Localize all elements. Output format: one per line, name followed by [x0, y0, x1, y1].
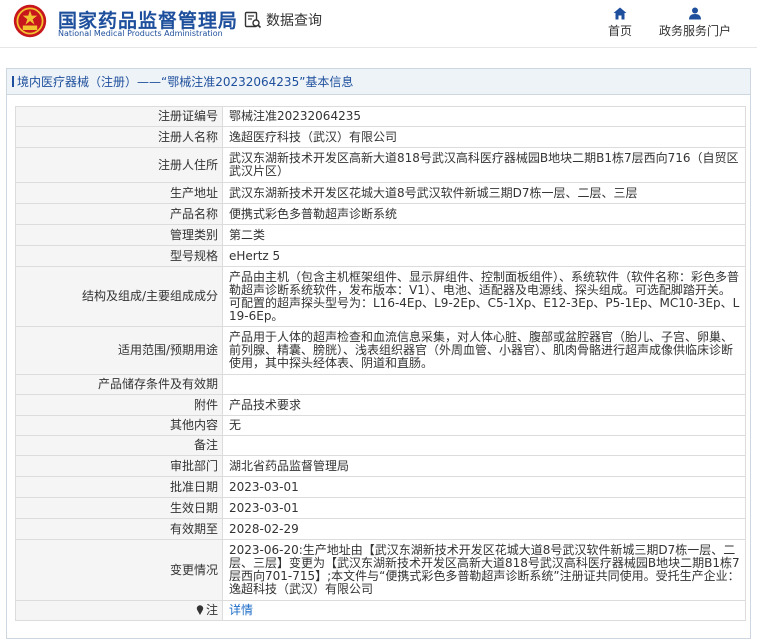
panel-title: 境内医疗器械（注册）——“鄂械注准20232064235”基本信息: [7, 69, 750, 95]
table-row: 备注: [15, 435, 746, 456]
field-value: 第二类: [222, 224, 746, 246]
data-search-link[interactable]: 数据查询: [244, 10, 322, 30]
field-value: 产品技术要求: [222, 394, 746, 416]
table-row: 有效期至 2028-02-29: [15, 518, 746, 540]
detail-link[interactable]: 详情: [229, 603, 253, 617]
basic-info-panel: 境内医疗器械（注册）——“鄂械注准20232064235”基本信息 注册证编号鄂…: [6, 68, 751, 639]
nav-service-portal[interactable]: 政务服务门户: [657, 7, 733, 39]
table-row: 注册证编号 鄂械注准20232064235: [15, 106, 746, 127]
field-value: [222, 374, 746, 395]
table-row: 生产地址 武汉东湖新技术开发区花城大道8号武汉软件新城三期D7栋一层、二层、三层: [15, 182, 746, 204]
field-label: 注: [205, 603, 218, 617]
panel-title-text: 境内医疗器械（注册）——“鄂械注准20232064235”基本信息: [17, 75, 354, 89]
table-row: 变更情况 2023-06-20:生产地址由【武汉东湖新技术开发区花城大道8号武汉软…: [15, 539, 746, 601]
table-row: 其他内容无: [15, 415, 746, 436]
user-icon: [689, 7, 701, 20]
nav-home[interactable]: 首页: [606, 7, 634, 39]
note-label-cell: 注: [15, 600, 223, 621]
field-label: 型号规格: [15, 245, 223, 267]
field-label: 其他内容: [15, 415, 223, 436]
table-row: 注 详情: [15, 600, 746, 621]
field-value: 无: [222, 415, 746, 436]
field-label: 批准日期: [15, 476, 223, 498]
pin-icon: [196, 605, 204, 615]
table-row: 结构及组成/主要组成成分 产品由主机（包含主机框架组件、显示屏组件、控制面板组件）…: [15, 266, 746, 327]
field-label: 结构及组成/主要组成成分: [15, 266, 223, 327]
field-value: 2023-06-20:生产地址由【武汉东湖新技术开发区花城大道8号武汉软件新城三…: [222, 539, 746, 601]
site-header: 国家药品监督管理局 National Medical Products Admi…: [0, 0, 757, 48]
field-value: 逸超医疗科技（武汉）有限公司: [222, 126, 746, 148]
field-value: 便携式彩色多普勒超声诊断系统: [222, 203, 746, 225]
field-value: eHertz 5: [222, 245, 746, 267]
table-row: 注册人名称 逸超医疗科技（武汉）有限公司: [15, 126, 746, 148]
table-row: 批准日期 2023-03-01: [15, 476, 746, 498]
field-value: 2023-03-01: [222, 476, 746, 498]
field-value: 武汉东湖新技术开发区花城大道8号武汉软件新城三期D7栋一层、二层、三层: [222, 182, 746, 204]
home-icon: [613, 7, 627, 20]
field-value: 产品用于人体的超声检查和血流信息采集，对人体心脏、腹部或盆腔器官（胎儿、子宫、卵…: [222, 326, 746, 375]
note-value-cell: 详情: [222, 600, 746, 621]
field-label: 生效日期: [15, 497, 223, 519]
nav-home-label: 首页: [607, 24, 632, 38]
agency-name-en[interactable]: National Medical Products Administration: [58, 29, 223, 38]
field-value: 2028-02-29: [222, 518, 746, 540]
field-label: 有效期至: [15, 518, 223, 540]
field-label: 注册人名称: [15, 126, 223, 148]
field-label: 备注: [15, 435, 223, 456]
title-bullet: [12, 76, 14, 87]
field-value: 武汉东湖新技术开发区高新大道818号武汉高科医疗器械园B地块二期B1栋7层西向7…: [222, 147, 746, 183]
field-label: 注册人住所: [15, 147, 223, 183]
field-label: 适用范围/预期用途: [15, 326, 223, 375]
table-row: 注册人住所 武汉东湖新技术开发区高新大道818号武汉高科医疗器械园B地块二期B1栋…: [15, 147, 746, 183]
table-row: 适用范围/预期用途 产品用于人体的超声检查和血流信息采集，对人体心脏、腹部或盆腔器…: [15, 326, 746, 375]
table-row: 管理类别 第二类: [15, 224, 746, 246]
table-row: 产品储存条件及有效期: [15, 374, 746, 395]
data-search-label: 数据查询: [266, 13, 322, 29]
nav-service-label: 政务服务门户: [658, 24, 731, 38]
table-row: 生效日期 2023-03-01: [15, 497, 746, 519]
table-row: 型号规格 eHertz 5: [15, 245, 746, 267]
field-value: 湖北省药品监督管理局: [222, 455, 746, 477]
field-label: 生产地址: [15, 182, 223, 204]
national-emblem-icon[interactable]: [12, 3, 48, 39]
field-label: 注册证编号: [15, 106, 223, 127]
field-value: [222, 435, 746, 456]
field-label: 管理类别: [15, 224, 223, 246]
field-value: 产品由主机（包含主机框架组件、显示屏组件、控制面板组件）、系统软件（软件名称：彩…: [222, 266, 746, 327]
table-row: 附件 产品技术要求: [15, 394, 746, 416]
table-row: 产品名称 便携式彩色多普勒超声诊断系统: [15, 203, 746, 225]
field-label: 审批部门: [15, 455, 223, 477]
field-label: 产品储存条件及有效期: [15, 374, 223, 395]
field-label: 附件: [15, 394, 223, 416]
document-search-icon: [244, 11, 262, 29]
info-table: 注册证编号 鄂械注准20232064235 注册人名称 逸超医疗科技（武汉）有限公司…: [15, 106, 746, 621]
field-label: 变更情况: [15, 539, 223, 601]
table-row: 审批部门 湖北省药品监督管理局: [15, 455, 746, 477]
field-value: 2023-03-01: [222, 497, 746, 519]
field-value: 鄂械注准20232064235: [222, 106, 746, 127]
field-label: 产品名称: [15, 203, 223, 225]
